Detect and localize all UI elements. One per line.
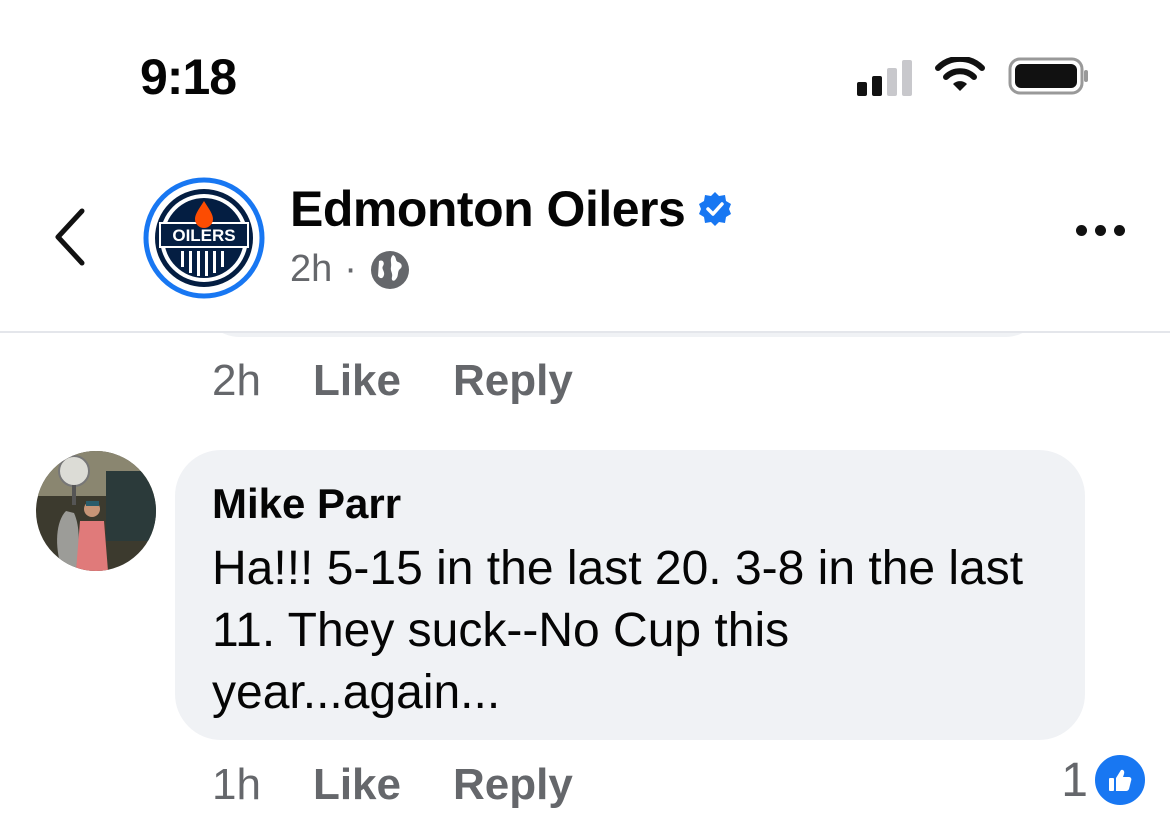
- oilers-logo-icon: OILERS: [143, 177, 265, 299]
- thumbs-up-icon: [1092, 752, 1148, 808]
- reaction-summary[interactable]: 1: [1061, 752, 1148, 808]
- comment-text: Ha!!! 5-15 in the last 20. 3-8 in the la…: [212, 542, 1024, 719]
- signal-icon: [857, 56, 912, 96]
- page-name-text[interactable]: Edmonton Oilers: [290, 180, 686, 238]
- status-time: 9:18: [140, 49, 237, 105]
- reaction-count: 1: [1061, 753, 1088, 807]
- previous-comment-bubble: [200, 333, 1045, 337]
- commenter-avatar[interactable]: [36, 451, 156, 571]
- page-avatar[interactable]: OILERS: [143, 177, 265, 299]
- like-button[interactable]: Like: [313, 356, 401, 406]
- page-name[interactable]: Edmonton Oilers: [290, 180, 733, 238]
- more-dot-icon: [1095, 225, 1106, 236]
- reply-button[interactable]: Reply: [453, 760, 573, 810]
- avatar-photo: [36, 451, 156, 571]
- reply-button[interactable]: Reply: [453, 356, 573, 406]
- svg-text:OILERS: OILERS: [172, 226, 235, 245]
- more-options-button[interactable]: [1076, 225, 1125, 236]
- globe-icon: [370, 250, 409, 289]
- comment-author[interactable]: Mike Parr: [212, 480, 401, 528]
- more-dot-icon: [1076, 225, 1087, 236]
- post-meta: 2h ·: [290, 248, 411, 291]
- previous-comment-actions: 2h Like Reply: [212, 356, 625, 406]
- meta-separator: ·: [344, 248, 357, 290]
- comment-time: 1h: [212, 760, 261, 809]
- wifi-icon: [934, 57, 986, 95]
- comment-bubble[interactable]: Mike Parr Ha!!! 5-15 in the last 20. 3-8…: [175, 450, 1085, 740]
- battery-icon: [1008, 56, 1090, 96]
- comment-time: 2h: [212, 356, 261, 405]
- status-icons: [857, 56, 1090, 96]
- post-time: 2h: [290, 248, 333, 290]
- chevron-left-icon: [55, 208, 85, 266]
- header-divider: [0, 331, 1170, 333]
- more-dot-icon: [1114, 225, 1125, 236]
- like-button[interactable]: Like: [313, 760, 401, 810]
- verified-badge-icon: [699, 192, 732, 226]
- back-button[interactable]: [50, 205, 90, 269]
- comment-actions: 1h Like Reply: [212, 760, 625, 810]
